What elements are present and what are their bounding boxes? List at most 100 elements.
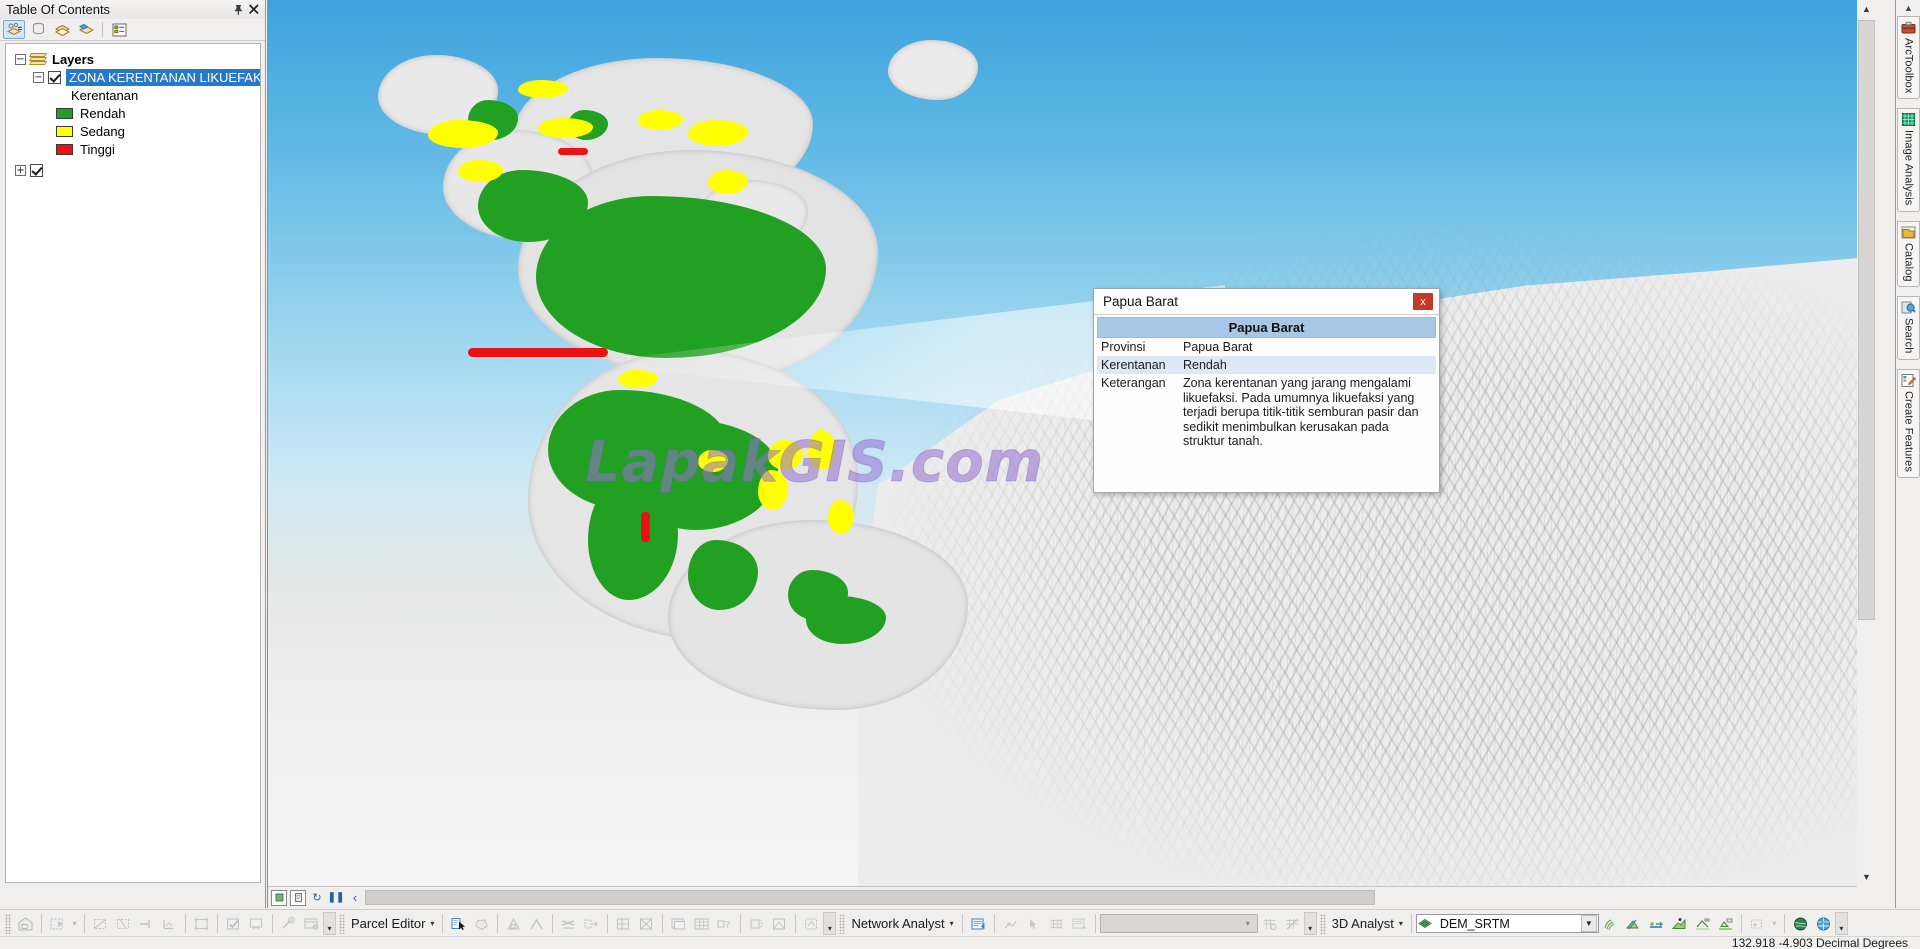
zone-tinggi[interactable] (558, 148, 588, 155)
list-by-source-icon[interactable] (27, 20, 49, 39)
parcel-query-icon[interactable]: ? (713, 912, 736, 935)
layout-view-button[interactable] (290, 889, 306, 906)
toc-layer-zona-kerentanan-likuefaksi[interactable]: − ZONA KERENTANAN LIKUEFAKSI (9, 68, 260, 86)
surface-layer-combo[interactable]: DEM_SRTM ▼ (1415, 914, 1599, 933)
toc-legend-class-tinggi[interactable]: Tinggi (9, 140, 257, 158)
close-icon[interactable]: x (1413, 293, 1433, 310)
toc-legend-class-rendah[interactable]: Rendah (9, 104, 257, 122)
list-by-selection-icon[interactable] (75, 20, 97, 39)
steepest-path-icon[interactable] (1622, 912, 1645, 935)
arcscene-icon[interactable] (1789, 912, 1812, 935)
chevron-up-icon[interactable]: ▲ (1896, 0, 1920, 16)
data-view-button[interactable] (271, 889, 287, 906)
map-hscroll-thumb[interactable] (365, 890, 1375, 905)
previous-extent-button[interactable]: ‹ (347, 890, 363, 906)
map-vertical-scrollbar[interactable]: ▲ ▼ (1857, 0, 1876, 908)
toolbar-grip[interactable] (1319, 913, 1326, 934)
3d-analyst-overflow[interactable]: ▾ (1834, 912, 1848, 935)
parcel-division-icon[interactable] (612, 912, 635, 935)
pin-icon[interactable] (231, 2, 246, 17)
profile-graph-icon[interactable] (1668, 912, 1691, 935)
map-horizontal-scrollbar[interactable] (365, 890, 1855, 905)
parcel-polygon-icon[interactable] (470, 912, 493, 935)
network-dataset-icon[interactable] (1281, 912, 1304, 935)
dock-tab-arctoolbox[interactable]: ArcToolbox (1897, 16, 1920, 100)
parcel-editor-menu[interactable]: Parcel Editor (348, 916, 428, 931)
parcel-construction-icon[interactable] (502, 912, 525, 935)
toolbar-grip[interactable] (5, 913, 11, 934)
expand-basemap-icon[interactable]: + (15, 164, 26, 176)
line-of-sight-icon[interactable] (1645, 912, 1668, 935)
basemap-visibility-checkbox[interactable] (30, 163, 43, 177)
interpolate-line-icon[interactable] (1691, 912, 1714, 935)
parcel-lines-icon[interactable] (525, 912, 548, 935)
create-network-location-icon[interactable] (999, 912, 1022, 935)
split-icon[interactable] (135, 912, 158, 935)
chevron-down-icon[interactable]: ▾ (1399, 919, 1403, 928)
directions-window-icon[interactable] (1068, 912, 1091, 935)
parcel-explorer-icon[interactable] (800, 912, 823, 935)
solve-icon[interactable] (1258, 912, 1281, 935)
collapse-root-icon[interactable]: − (15, 53, 26, 65)
list-by-drawing-order-icon[interactable] (3, 20, 25, 39)
parcel-editor-overflow[interactable]: ▾ (823, 912, 837, 935)
dock-tab-create-features[interactable]: Create Features (1897, 368, 1920, 478)
reshape-feature-icon[interactable] (89, 912, 112, 935)
interpolate-polygon-icon[interactable] (1714, 912, 1737, 935)
chevron-down-icon[interactable]: ▼ (1580, 915, 1597, 932)
build-network-icon[interactable] (1045, 912, 1068, 935)
chevron-down-icon[interactable]: ▾ (1240, 915, 1256, 932)
map-canvas[interactable]: LapakGIS.com (268, 0, 1857, 886)
parcel-select-icon[interactable] (447, 912, 470, 935)
chevron-down-icon[interactable]: ▾ (430, 919, 434, 928)
collapse-layer-icon[interactable]: − (33, 71, 44, 83)
options-icon[interactable] (108, 20, 130, 39)
pause-drawing-button[interactable]: ❚❚ (328, 890, 345, 906)
scroll-down-button[interactable]: ▼ (1857, 868, 1876, 885)
parcel-table-icon[interactable] (690, 912, 713, 935)
attributes-icon[interactable] (245, 912, 268, 935)
legend-swatch-rendah[interactable] (56, 107, 73, 119)
3d-analyst-menu[interactable]: 3D Analyst (1329, 916, 1397, 931)
parcel-remainder-icon[interactable] (635, 912, 658, 935)
zone-tinggi[interactable] (641, 512, 650, 542)
dock-tab-image-analysis[interactable]: Image Analysis (1897, 108, 1920, 212)
parcel-details-icon[interactable] (667, 912, 690, 935)
toolbar-grip[interactable] (839, 913, 846, 934)
close-icon[interactable] (246, 2, 261, 17)
construct-points-icon[interactable] (158, 912, 181, 935)
edit-vertices-dropdown[interactable]: ▾ (69, 912, 80, 935)
create-features-window-icon[interactable] (300, 912, 323, 935)
select-network-location-icon[interactable] (1022, 912, 1045, 935)
legend-swatch-tinggi[interactable] (56, 143, 73, 155)
cut-polygons-icon[interactable] (112, 912, 135, 935)
edit-vertices-icon[interactable] (46, 912, 69, 935)
toolbar-grip[interactable] (339, 913, 345, 934)
network-dataset-combo[interactable]: ▾ (1099, 914, 1258, 933)
validate-features-icon[interactable] (222, 912, 245, 935)
contour-tool-icon[interactable] (1599, 912, 1622, 935)
network-analyst-menu[interactable]: Network Analyst (848, 916, 947, 931)
parcel-join-icon[interactable] (557, 912, 580, 935)
dock-tab-catalog[interactable]: Catalog (1897, 220, 1920, 288)
arcglobe-icon[interactable] (1812, 912, 1835, 935)
list-by-visibility-icon[interactable] (51, 20, 73, 39)
toc-layer-tree[interactable]: − Layers − ZONA KERENTANAN LIKUEFAKSI Ke… (5, 43, 261, 883)
refresh-view-button[interactable]: ↻ (309, 890, 325, 906)
map-vscroll-thumb[interactable] (1858, 20, 1875, 620)
toc-basemap-layer[interactable]: + (9, 161, 257, 179)
editor-home-icon[interactable] (14, 912, 37, 935)
network-analyst-window-icon[interactable] (967, 912, 990, 935)
toc-legend-class-sedang[interactable]: Sedang (9, 122, 257, 140)
chevron-down-icon[interactable]: ▾ (950, 919, 954, 928)
snapping-icon[interactable] (277, 912, 300, 935)
toc-root-layers[interactable]: − Layers (9, 50, 257, 68)
3d-effects-dropdown[interactable]: ▾ (1769, 912, 1780, 935)
identify-popup[interactable]: Papua Barat x Papua Barat Provinsi Papua… (1093, 288, 1440, 493)
parcel-merge-icon[interactable] (580, 912, 603, 935)
topology-edit-icon[interactable] (190, 912, 213, 935)
parcel-history-icon[interactable] (745, 912, 768, 935)
parcel-plan-icon[interactable] (768, 912, 791, 935)
legend-swatch-sedang[interactable] (56, 125, 73, 137)
network-analyst-overflow[interactable]: ▾ (1303, 912, 1317, 935)
